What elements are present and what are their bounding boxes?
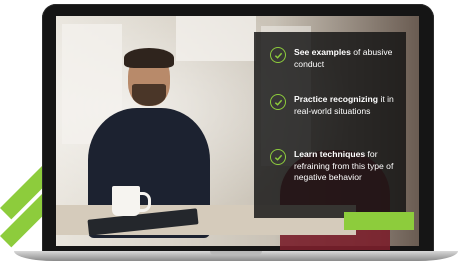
objective-item: Practice recognizing it in real-world si… [270, 94, 398, 117]
coffee-mug [112, 186, 140, 216]
check-icon [270, 149, 286, 165]
speaker-beard [132, 84, 166, 106]
window-frame [176, 16, 256, 61]
objective-text: Learn techniques for refraining from thi… [294, 149, 394, 182]
objective-text: See examples of abusive conduct [294, 47, 393, 69]
check-icon [270, 47, 286, 63]
objective-item: See examples of abusive conduct [270, 47, 398, 70]
speaker-hair [124, 48, 174, 68]
mug-handle [138, 192, 151, 212]
panel-accent-bar [344, 212, 414, 230]
laptop-notch [210, 251, 262, 255]
objective-text: Practice recognizing it in real-world si… [294, 94, 394, 116]
check-icon [270, 94, 286, 110]
objective-item: Learn techniques for refraining from thi… [270, 149, 398, 184]
